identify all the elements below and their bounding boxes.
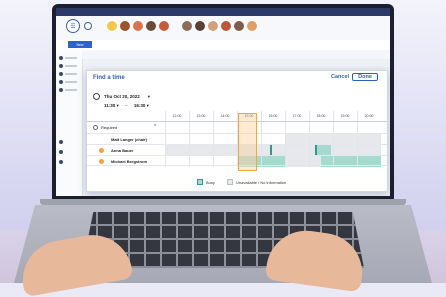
chevron-up-icon: ⌃ <box>153 124 158 130</box>
left-rail <box>56 50 83 196</box>
rail-icon[interactable] <box>59 88 63 92</box>
avatar[interactable] <box>194 20 206 32</box>
attendee-row[interactable]: Michael Bergstrom <box>87 155 387 166</box>
person-icon <box>93 125 98 130</box>
date-value: Thu Oct 20, 2022 <box>104 94 140 99</box>
legend-unavailable: Unavailable / No information <box>227 179 286 185</box>
hour-header: 19:00 <box>340 114 350 118</box>
back-icon[interactable] <box>84 22 92 30</box>
laptop-hinge <box>40 199 406 205</box>
date-picker[interactable]: Thu Oct 20, 2022 ▾ <box>93 93 150 100</box>
rail-icon[interactable] <box>59 80 63 84</box>
start-time[interactable]: 11:30 <box>104 103 115 108</box>
rail-item[interactable] <box>65 89 77 91</box>
warning-icon <box>99 159 104 164</box>
busy-swatch-icon <box>197 179 203 185</box>
hour-header: 13:00 <box>196 114 206 118</box>
rail-item[interactable] <box>65 73 77 75</box>
attendee-label: Matt Langer (chair) <box>111 137 148 142</box>
attendee-row[interactable]: Anna Bauer <box>87 144 387 155</box>
rail-item[interactable] <box>65 57 77 59</box>
end-time[interactable]: 16:30 <box>134 103 146 108</box>
chevron-down-icon: ▾ <box>147 93 151 99</box>
rail-icon[interactable] <box>59 150 63 154</box>
message-header-bar <box>82 50 390 59</box>
hour-header: 20:00 <box>364 114 374 118</box>
avatar[interactable] <box>246 20 258 32</box>
cancel-button[interactable]: Cancel <box>331 74 349 80</box>
attendee-label: Michael Bergstrom <box>111 159 148 164</box>
hour-header: 16:00 <box>268 114 278 118</box>
find-a-time-dialog: Find a time Cancel Done Thu Oct 20, 2022… <box>86 70 388 192</box>
app-title-bar <box>56 8 390 16</box>
legend-label: Busy <box>206 179 215 185</box>
avatar[interactable] <box>119 20 131 32</box>
rail-icon[interactable] <box>59 72 63 76</box>
rail-item[interactable] <box>65 65 77 67</box>
legend-busy: Busy <box>197 179 215 185</box>
time-separator: – <box>125 103 128 108</box>
chevron-down-icon: ▾ <box>116 103 121 108</box>
hour-header: 18:00 <box>316 114 326 118</box>
warning-icon <box>99 148 104 153</box>
avatar[interactable] <box>233 20 245 32</box>
rail-icon[interactable] <box>59 56 63 60</box>
dialog-title: Find a time <box>93 75 125 81</box>
laptop-screen: ☰ New Find a time Cancel Done Thu Oct 20… <box>56 8 390 196</box>
avatar[interactable] <box>220 20 232 32</box>
rail-icon[interactable] <box>59 140 63 144</box>
rail-icon[interactable] <box>59 64 63 68</box>
chevron-down-icon: ▾ <box>146 103 149 108</box>
avatar[interactable] <box>207 20 219 32</box>
attendee-row-required[interactable]: Required ⌃ <box>87 121 387 132</box>
attendee-row[interactable]: Matt Langer (chair) <box>87 133 387 144</box>
rail-icon[interactable] <box>59 160 63 164</box>
avatar[interactable] <box>145 20 157 32</box>
rail-item[interactable] <box>65 81 77 83</box>
unavailable-swatch-icon <box>227 179 233 185</box>
avatar[interactable] <box>106 20 118 32</box>
avatar[interactable] <box>181 20 193 32</box>
legend-label: Unavailable / No information <box>236 179 287 185</box>
hour-header: 14:00 <box>220 114 230 118</box>
time-range[interactable]: 11:30 ▾ – 16:30 ▾ <box>104 103 149 109</box>
clock-icon <box>93 93 100 100</box>
selected-timeslot[interactable] <box>238 113 257 171</box>
hour-header: 17:00 <box>292 114 302 118</box>
avatar[interactable] <box>158 20 170 32</box>
hour-header: 12:00 <box>172 114 182 118</box>
attendee-label: Required <box>101 125 118 130</box>
done-button[interactable]: Done <box>352 73 378 81</box>
ribbon: ☰ <box>56 16 390 41</box>
meet-now-icon[interactable]: ☰ <box>66 19 80 33</box>
avatar[interactable] <box>132 20 144 32</box>
new-button[interactable]: New <box>68 41 92 48</box>
attendee-label: Anna Bauer <box>111 148 134 153</box>
